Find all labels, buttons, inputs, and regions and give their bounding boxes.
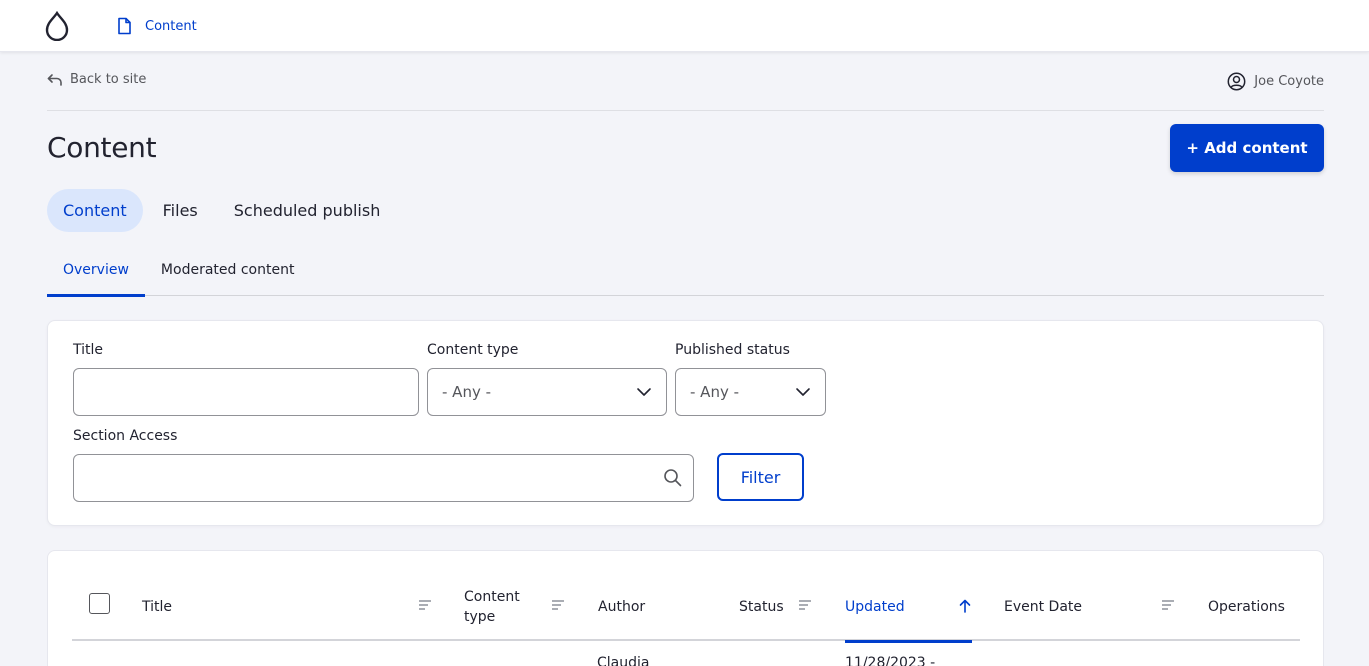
column-header-content-type[interactable]: Content type <box>464 573 544 641</box>
column-header-title[interactable]: Title <box>142 573 412 641</box>
select-all-checkbox[interactable] <box>89 593 110 614</box>
user-name: Joe Coyote <box>1254 74 1324 89</box>
user-menu[interactable]: Joe Coyote <box>1227 72 1324 91</box>
chevron-down-icon <box>796 388 810 396</box>
primary-tabs: Content Files Scheduled publish <box>47 189 396 232</box>
tab-files[interactable]: Files <box>147 189 214 232</box>
column-author-label: Author <box>598 599 646 615</box>
breadcrumb-label: Content <box>145 18 197 34</box>
published-status-select[interactable]: - Any - <box>675 368 826 416</box>
sort-icon[interactable] <box>551 599 565 611</box>
chevron-down-icon <box>637 388 651 396</box>
column-operations-label: Operations <box>1208 599 1285 615</box>
title-filter-input[interactable] <box>73 368 419 416</box>
title-filter-label: Title <box>73 342 104 358</box>
published-status-selected-value: - Any - <box>690 383 740 401</box>
content-type-selected-value: - Any - <box>442 383 492 401</box>
content-type-filter-label: Content type <box>427 342 519 358</box>
content-type-select[interactable]: - Any - <box>427 368 667 416</box>
search-icon <box>664 469 682 487</box>
drupal-drop-icon[interactable] <box>44 11 70 41</box>
secondary-tabs: Overview Moderated content <box>47 252 1324 297</box>
header-divider <box>47 110 1324 111</box>
back-to-site-link[interactable]: Back to site <box>47 72 146 87</box>
back-to-site-label: Back to site <box>70 72 147 87</box>
content-table: Title Content type Author Status Updated… <box>47 550 1324 666</box>
tab-overview[interactable]: Overview <box>47 252 145 297</box>
user-circle-icon <box>1227 72 1246 91</box>
column-status-label: Status <box>739 599 784 615</box>
filter-panel: Title Content type - Any - Published sta… <box>47 320 1324 526</box>
sort-icon[interactable] <box>798 599 812 611</box>
top-toolbar: Content <box>0 0 1369 52</box>
sort-icon[interactable] <box>418 599 432 611</box>
column-title-label: Title <box>142 599 173 615</box>
published-status-filter-label: Published status <box>675 342 790 358</box>
sort-icon[interactable] <box>1161 599 1175 611</box>
column-header-author: Author <box>598 573 708 641</box>
section-access-field <box>73 454 694 502</box>
column-updated-label: Updated <box>845 599 905 615</box>
table-header: Title Content type Author Status Updated… <box>72 573 1300 643</box>
page-title: Content <box>47 131 157 164</box>
tab-moderated-content[interactable]: Moderated content <box>145 252 311 296</box>
back-arrow-icon <box>47 73 62 86</box>
column-event-date-label: Event Date <box>1004 599 1083 615</box>
section-access-filter-label: Section Access <box>73 428 178 444</box>
tab-content[interactable]: Content <box>47 189 143 232</box>
document-icon <box>118 17 131 35</box>
filter-button[interactable]: Filter <box>717 453 804 501</box>
tab-scheduled-publish[interactable]: Scheduled publish <box>218 189 397 232</box>
column-content-type-label: Content type <box>464 589 520 625</box>
row-author-cell[interactable]: Claudia <box>597 655 649 666</box>
section-access-input[interactable] <box>73 454 694 502</box>
row-updated-cell: 11/28/2023 - <box>845 655 936 666</box>
arrow-up-icon <box>959 599 971 613</box>
breadcrumb[interactable]: Content <box>116 17 197 35</box>
column-header-operations: Operations <box>1208 573 1300 641</box>
add-content-button[interactable]: + Add content <box>1170 124 1324 172</box>
column-header-event-date[interactable]: Event Date <box>1004 573 1154 641</box>
column-header-updated[interactable]: Updated <box>845 573 972 643</box>
